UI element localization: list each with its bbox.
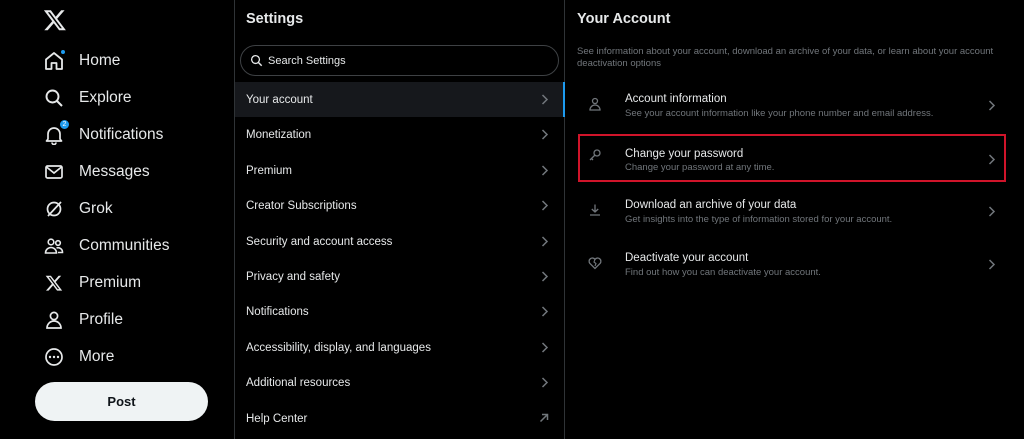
nav-explore-label: Explore: [79, 89, 132, 106]
account-title: Your Account: [577, 11, 671, 27]
home-icon: [44, 49, 66, 71]
account-item-subtitle: See your account information like your p…: [625, 108, 934, 119]
account-item-title: Deactivate your account: [625, 252, 749, 264]
chevron-right-icon: [541, 165, 549, 176]
settings-item-label: Additional resources: [246, 376, 351, 389]
settings-item-label: Accessibility, display, and languages: [246, 341, 431, 354]
search-input[interactable]: [268, 54, 548, 67]
notifications-badge: 2: [59, 119, 70, 130]
settings-item-privacy[interactable]: Privacy and safety: [235, 259, 564, 294]
account-item-subtitle: Change your password at any time.: [625, 162, 775, 173]
nav-premium[interactable]: Premium: [44, 270, 141, 296]
chevron-right-icon: [541, 129, 549, 140]
settings-item-accessibility[interactable]: Accessibility, display, and languages: [235, 330, 564, 365]
settings-item-your-account[interactable]: Your account: [235, 82, 565, 117]
chevron-right-icon: [988, 206, 996, 217]
home-notification-dot: [60, 49, 66, 55]
chevron-right-icon: [988, 100, 996, 111]
nav-profile[interactable]: Profile: [44, 307, 123, 333]
settings-item-additional-resources[interactable]: Additional resources: [235, 365, 564, 400]
settings-search[interactable]: [240, 45, 559, 76]
settings-item-help-center[interactable]: Help Center: [235, 401, 564, 436]
settings-item-label: Security and account access: [246, 235, 393, 248]
nav-communities[interactable]: Communities: [44, 233, 169, 259]
account-description: See information about your account, down…: [577, 46, 994, 69]
account-item-subtitle: Get insights into the type of informatio…: [625, 214, 893, 225]
nav-grok[interactable]: Grok: [44, 196, 113, 222]
account-column: Your Account See information about your …: [565, 0, 1024, 439]
nav-profile-label: Profile: [79, 311, 123, 328]
settings-item-label: Your account: [246, 93, 313, 106]
left-navigation: Home Explore 2 Notifications Messages Gr…: [0, 0, 234, 439]
search-icon: [250, 54, 263, 67]
nav-grok-label: Grok: [79, 200, 113, 217]
grok-icon: [44, 199, 64, 219]
nav-notifications[interactable]: 2 Notifications: [44, 119, 164, 148]
settings-item-label: Creator Subscriptions: [246, 199, 357, 212]
account-item-subtitle: Find out how you can deactivate your acc…: [625, 267, 821, 278]
settings-item-label: Help Center: [246, 412, 308, 425]
settings-item-creator-subscriptions[interactable]: Creator Subscriptions: [235, 188, 564, 223]
settings-item-label: Premium: [246, 164, 293, 177]
chevron-right-icon: [541, 236, 549, 247]
deactivate-account-item[interactable]: Deactivate your account Find out how you…: [578, 242, 1006, 290]
nav-messages[interactable]: Messages: [44, 159, 150, 185]
account-item-title: Download an archive of your data: [625, 199, 797, 211]
chevron-right-icon: [988, 154, 996, 165]
chevron-right-icon: [541, 271, 549, 282]
settings-item-label: Monetization: [246, 128, 312, 141]
external-link-arrow-icon: [539, 413, 549, 423]
settings-item-label: Notifications: [246, 305, 309, 318]
nav-notifications-label: Notifications: [79, 126, 164, 143]
nav-home-label: Home: [79, 52, 121, 69]
chevron-right-icon: [988, 259, 996, 270]
x-logo-icon[interactable]: [43, 8, 67, 32]
person-icon: [44, 310, 64, 330]
download-archive-item[interactable]: Download an archive of your data Get ins…: [578, 189, 1006, 237]
change-password-item[interactable]: Change your password Change your passwor…: [578, 134, 1006, 182]
chevron-right-icon: [541, 200, 549, 211]
nav-messages-label: Messages: [79, 163, 150, 180]
chevron-right-icon: [541, 306, 549, 317]
settings-item-label: Privacy and safety: [246, 270, 340, 283]
account-information-item[interactable]: Account information See your account inf…: [578, 83, 1006, 131]
account-item-title: Change your password: [625, 148, 744, 160]
nav-communities-label: Communities: [79, 237, 170, 254]
settings-item-premium[interactable]: Premium: [235, 153, 564, 188]
nav-more-label: More: [79, 348, 115, 365]
person-icon: [589, 97, 601, 111]
bell-icon: 2: [44, 119, 70, 145]
chevron-right-icon: [541, 94, 549, 105]
x-logo-icon: [44, 273, 64, 293]
download-icon: [590, 204, 600, 216]
more-circle-icon: [44, 347, 64, 367]
account-item-title: Account information: [625, 93, 727, 105]
chevron-right-icon: [541, 377, 549, 388]
key-icon: [589, 149, 601, 161]
search-icon: [44, 88, 64, 108]
nav-home[interactable]: Home: [44, 48, 120, 74]
nav-explore[interactable]: Explore: [44, 85, 132, 111]
settings-item-monetization[interactable]: Monetization: [235, 117, 564, 152]
settings-item-notifications[interactable]: Notifications: [235, 294, 564, 329]
nav-premium-label: Premium: [79, 274, 142, 291]
settings-item-security[interactable]: Security and account access: [235, 224, 564, 259]
settings-column: Settings Your account Monetization Premi…: [234, 0, 565, 439]
chevron-right-icon: [541, 342, 549, 353]
broken-heart-icon: [588, 257, 602, 270]
post-button[interactable]: Post: [35, 382, 208, 421]
people-icon: [44, 236, 64, 256]
nav-more[interactable]: More: [44, 344, 114, 370]
settings-title: Settings: [246, 11, 304, 27]
envelope-icon: [44, 162, 64, 182]
